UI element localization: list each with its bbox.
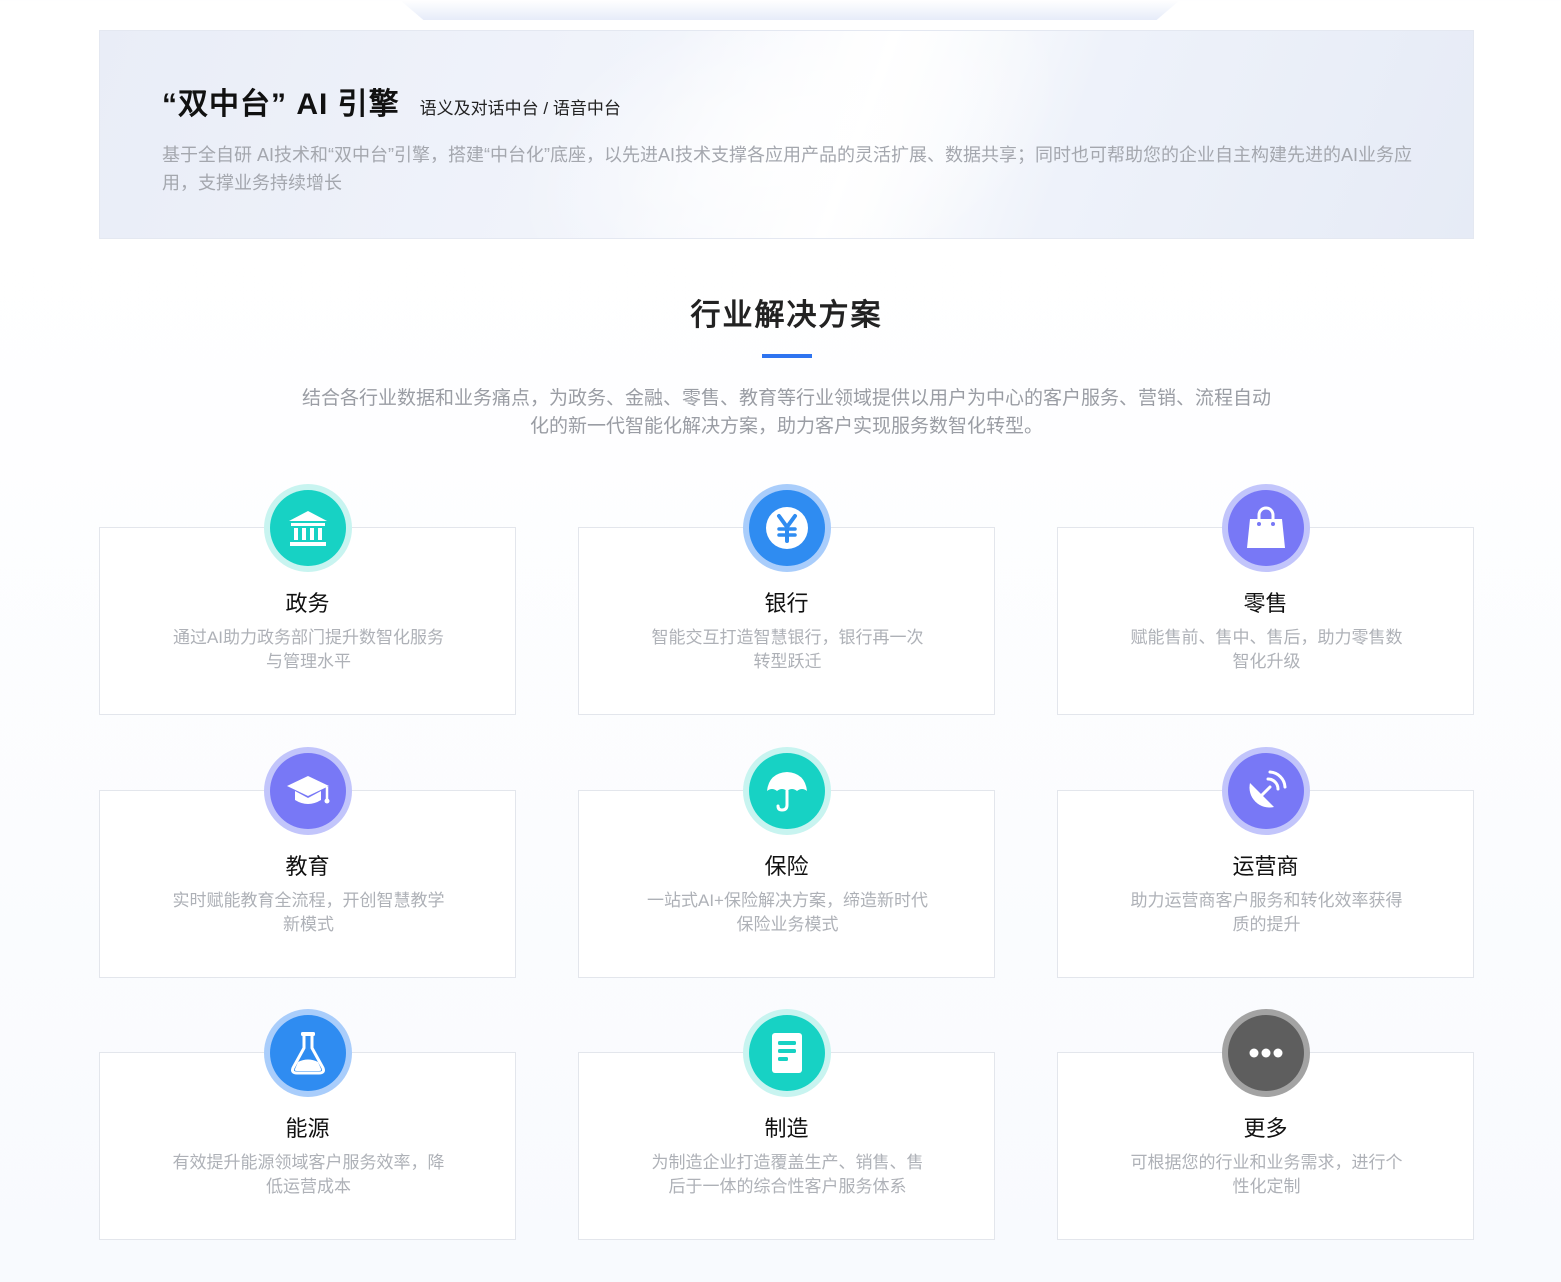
retail-icon-badge [1222, 484, 1310, 572]
solution-card-manufacturing[interactable]: 制造 为制造企业打造覆盖生产、销售、售后于一体的综合性客户服务体系 [578, 1009, 995, 1240]
card-description: 赋能售前、售中、售后，助力零售数智化升级 [1130, 628, 1403, 671]
manufacturing-icon-badge [743, 1009, 831, 1097]
graduation-cap-icon [270, 753, 346, 829]
banner-heading: “双中台” AI 引擎 语义及对话中台 / 语音中台 [162, 79, 621, 123]
flask-icon [270, 1015, 346, 1091]
umbrella-icon [749, 753, 825, 829]
solution-card-telecom[interactable]: 运营商 助力运营商客户服务和转化效率获得质的提升 [1057, 747, 1474, 978]
card-description: 智能交互打造智慧银行，银行再一次转型跃迁 [651, 628, 924, 671]
solution-card-more[interactable]: 更多 可根据您的行业和业务需求，进行个性化定制 [1057, 1009, 1474, 1240]
satellite-dish-icon [1228, 753, 1304, 829]
solution-card-insurance[interactable]: 保险 一站式AI+保险解决方案，缔造新时代保险业务模式 [578, 747, 995, 978]
banner-description: 基于全自研 AI技术和“双中台”引擎，搭建“中台化”底座，以先进AI技术支撑各应… [162, 145, 1412, 193]
solution-card-energy[interactable]: 能源 有效提升能源领域客户服务效率，降低运营成本 [99, 1009, 516, 1240]
more-icon-badge [1222, 1009, 1310, 1097]
card-description: 可根据您的行业和业务需求，进行个性化定制 [1130, 1153, 1403, 1196]
government-icon-badge [264, 484, 352, 572]
card-title: 保险 [764, 854, 809, 879]
solution-card-retail[interactable]: 零售 赋能售前、售中、售后，助力零售数智化升级 [1057, 484, 1474, 715]
section-title-underline [762, 354, 812, 358]
shopping-bag-icon [1228, 490, 1304, 566]
section-description: 结合各行业数据和业务痛点，为政务、金融、零售、教育等行业领域提供以用户为中心的客… [301, 388, 1271, 437]
card-description: 有效提升能源领域客户服务效率，降低运营成本 [172, 1153, 445, 1196]
document-icon [749, 1015, 825, 1091]
more-dots-icon [1228, 1015, 1304, 1091]
card-title: 制造 [764, 1116, 809, 1141]
energy-icon-badge [264, 1009, 352, 1097]
bank-icon-badge [743, 484, 831, 572]
card-title: 运营商 [1232, 854, 1299, 879]
insurance-icon-badge [743, 747, 831, 835]
banner-title: “双中台” AI 引擎 [162, 88, 400, 121]
solution-card-education[interactable]: 教育 实时赋能教育全流程，开创智慧教学新模式 [99, 747, 516, 978]
banner-subtitle: 语义及对话中台 / 语音中台 [419, 99, 621, 118]
card-title: 更多 [1243, 1116, 1288, 1141]
card-title: 零售 [1243, 591, 1288, 616]
card-title: 政务 [285, 591, 330, 616]
card-title: 银行 [764, 591, 809, 616]
education-icon-badge [264, 747, 352, 835]
top-decoration [400, 0, 1180, 20]
yen-coin-icon [749, 490, 825, 566]
engine-banner: “双中台” AI 引擎 语义及对话中台 / 语音中台 基于全自研 AI技术和“双… [99, 30, 1474, 239]
solution-card-bank[interactable]: 银行 智能交互打造智慧银行，银行再一次转型跃迁 [578, 484, 995, 715]
card-title: 能源 [285, 1116, 330, 1141]
card-description: 通过AI助力政务部门提升数智化服务与管理水平 [172, 628, 445, 671]
telecom-icon-badge [1222, 747, 1310, 835]
card-description: 助力运营商客户服务和转化效率获得质的提升 [1130, 891, 1403, 934]
card-description: 为制造企业打造覆盖生产、销售、售后于一体的综合性客户服务体系 [651, 1153, 924, 1196]
card-title: 教育 [285, 854, 330, 879]
card-description: 实时赋能教育全流程，开创智慧教学新模式 [172, 891, 445, 934]
government-building-icon [270, 490, 346, 566]
solution-card-government[interactable]: 政务 通过AI助力政务部门提升数智化服务与管理水平 [99, 484, 516, 715]
card-description: 一站式AI+保险解决方案，缔造新时代保险业务模式 [647, 891, 928, 934]
section-title: 行业解决方案 [690, 299, 883, 332]
